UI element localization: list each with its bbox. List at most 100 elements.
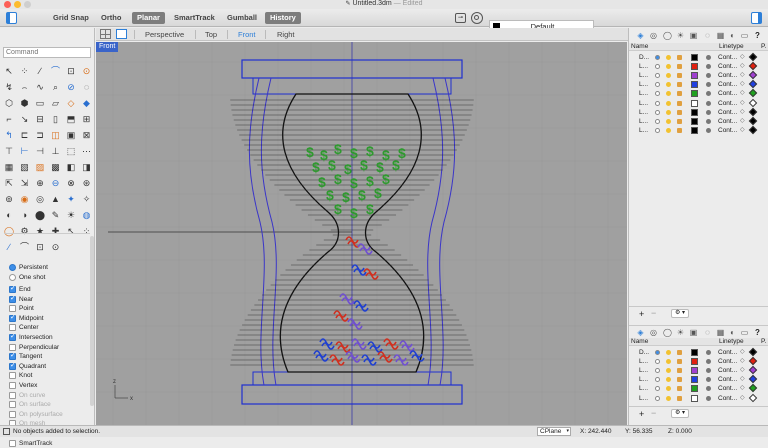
- union-icon[interactable]: ⊥: [49, 144, 63, 158]
- dimension-icon[interactable]: ⊖: [49, 176, 63, 190]
- tab-right[interactable]: Right: [277, 29, 295, 40]
- osnap-item[interactable]: End: [6, 284, 91, 294]
- stepper-icon[interactable]: ◇: [740, 348, 745, 357]
- current-layer-indicator[interactable]: [655, 82, 660, 88]
- osnap-oneshot-option[interactable]: One shot: [6, 273, 91, 282]
- layer-name[interactable]: L...: [639, 80, 648, 89]
- visibility-bulb-icon[interactable]: [666, 64, 671, 70]
- layer-name[interactable]: D...: [639, 348, 649, 357]
- print-color-swatch[interactable]: [748, 70, 758, 80]
- layer-row[interactable]: L... Cont... ◇: [629, 80, 761, 89]
- osnap-item[interactable]: Center: [6, 323, 91, 332]
- plane-icon[interactable]: ▭: [33, 96, 47, 110]
- col-print[interactable]: P.: [761, 338, 766, 346]
- osnap-checkbox[interactable]: [9, 294, 16, 303]
- layer-name[interactable]: L...: [639, 126, 648, 135]
- toggle-right-sidebar-icon[interactable]: [751, 12, 762, 24]
- copy-icon[interactable]: ⊏: [18, 128, 32, 142]
- polygon-icon[interactable]: ◌: [80, 80, 94, 94]
- print-color-swatch[interactable]: [748, 107, 758, 116]
- project-icon[interactable]: ⇱: [2, 176, 16, 190]
- add-layer-icon[interactable]: +: [639, 409, 644, 419]
- split-icon[interactable]: ↘: [18, 112, 32, 126]
- material-icon[interactable]: [706, 73, 711, 79]
- rectangle-icon[interactable]: ⊡: [33, 240, 47, 254]
- lock-icon[interactable]: [677, 377, 682, 383]
- pen-icon[interactable]: ✎: [49, 208, 63, 222]
- layer-linetype[interactable]: Cont...: [718, 99, 737, 108]
- lock-icon[interactable]: [677, 395, 682, 401]
- points-icon[interactable]: ⁘: [18, 64, 32, 78]
- layer-color-swatch[interactable]: [691, 108, 698, 116]
- layer-name[interactable]: L...: [639, 394, 648, 403]
- material-icon[interactable]: [706, 118, 711, 124]
- layer-linetype[interactable]: Cont...: [718, 348, 737, 357]
- layer-color-swatch[interactable]: [691, 54, 698, 61]
- stepper-icon[interactable]: ◇: [740, 99, 745, 108]
- layer-state-icon[interactable]: ⊸: [455, 13, 466, 23]
- osnap-checkbox[interactable]: [9, 313, 16, 322]
- sun-icon[interactable]: ☀: [64, 208, 78, 222]
- layer-color-swatch[interactable]: [691, 117, 698, 125]
- mesh-icon[interactable]: ▦: [2, 160, 16, 174]
- display-icon[interactable]: ▭: [740, 328, 749, 337]
- properties-icon[interactable]: ◎: [649, 31, 658, 40]
- stepper-icon[interactable]: ◇: [740, 384, 745, 393]
- current-layer-indicator[interactable]: [655, 395, 660, 401]
- current-layer-indicator[interactable]: [655, 359, 660, 365]
- toggle-left-sidebar-icon[interactable]: [6, 12, 17, 24]
- loft-icon[interactable]: ◇: [64, 96, 78, 110]
- material-icon[interactable]: [706, 100, 711, 106]
- print-color-swatch[interactable]: [748, 375, 758, 384]
- print-color-swatch[interactable]: [748, 365, 758, 375]
- layer-color-swatch[interactable]: [691, 358, 698, 366]
- stepper-icon[interactable]: ◇: [740, 80, 745, 89]
- light-icon[interactable]: ◐: [2, 208, 16, 222]
- current-layer-indicator[interactable]: [655, 350, 660, 355]
- group-icon[interactable]: ⬒: [64, 112, 78, 126]
- planar-button[interactable]: Planar: [132, 12, 165, 24]
- stepper-icon[interactable]: ◇: [740, 117, 745, 126]
- materials-icon[interactable]: ◯: [663, 328, 672, 337]
- arc-icon[interactable]: ⌒: [49, 64, 63, 78]
- spline-icon[interactable]: ⌢: [18, 80, 32, 94]
- sphere-icon[interactable]: ⬢: [18, 96, 32, 110]
- lock-icon[interactable]: [677, 64, 682, 70]
- layer-name[interactable]: L...: [639, 384, 648, 393]
- layer-color-swatch[interactable]: [691, 90, 698, 98]
- osnap-checkbox[interactable]: [9, 324, 16, 332]
- history-button[interactable]: History: [265, 12, 301, 24]
- current-layer-indicator[interactable]: [655, 377, 660, 383]
- stepper-icon[interactable]: ◇: [740, 89, 745, 98]
- layer-linetype[interactable]: Cont...: [718, 89, 737, 98]
- material-icon[interactable]: ◑: [18, 208, 32, 222]
- freeform-icon[interactable]: ∿: [33, 80, 47, 94]
- print-color-swatch[interactable]: [748, 125, 758, 135]
- persistent-radio[interactable]: [9, 264, 16, 271]
- osnap-item[interactable]: Perpendicular: [6, 343, 91, 352]
- osnap-item[interactable]: Tangent: [6, 351, 91, 361]
- patch-icon[interactable]: ◨: [80, 160, 94, 174]
- print-color-swatch[interactable]: [748, 116, 758, 125]
- layer-linetype[interactable]: Cont...: [718, 117, 737, 126]
- material-icon[interactable]: [706, 91, 711, 97]
- single-view-icon[interactable]: [116, 29, 127, 39]
- show-icon[interactable]: ◎: [33, 192, 47, 206]
- visibility-bulb-icon[interactable]: [666, 118, 671, 124]
- visibility-bulb-icon[interactable]: [666, 386, 671, 392]
- lock-icon[interactable]: [677, 100, 682, 106]
- line-icon[interactable]: ∕: [33, 64, 47, 78]
- tab-front[interactable]: Front: [238, 29, 256, 40]
- layer-row[interactable]: L... Cont... ◇: [629, 70, 761, 80]
- revolve-icon[interactable]: ◆: [80, 96, 94, 110]
- layer-name[interactable]: D...: [639, 53, 649, 62]
- layer-row[interactable]: L... Cont... ◇: [629, 107, 761, 117]
- camera-icon[interactable]: ▣: [689, 31, 698, 40]
- smarttrack-button[interactable]: SmartTrack: [169, 12, 220, 24]
- ortho-button[interactable]: Ortho: [96, 12, 126, 24]
- rectangle-icon[interactable]: ⊡: [64, 64, 78, 78]
- visibility-bulb-icon[interactable]: [666, 82, 671, 88]
- help-icon[interactable]: ◌: [703, 31, 712, 40]
- current-layer-indicator[interactable]: [655, 91, 660, 97]
- globe-icon[interactable]: ◍: [80, 208, 94, 222]
